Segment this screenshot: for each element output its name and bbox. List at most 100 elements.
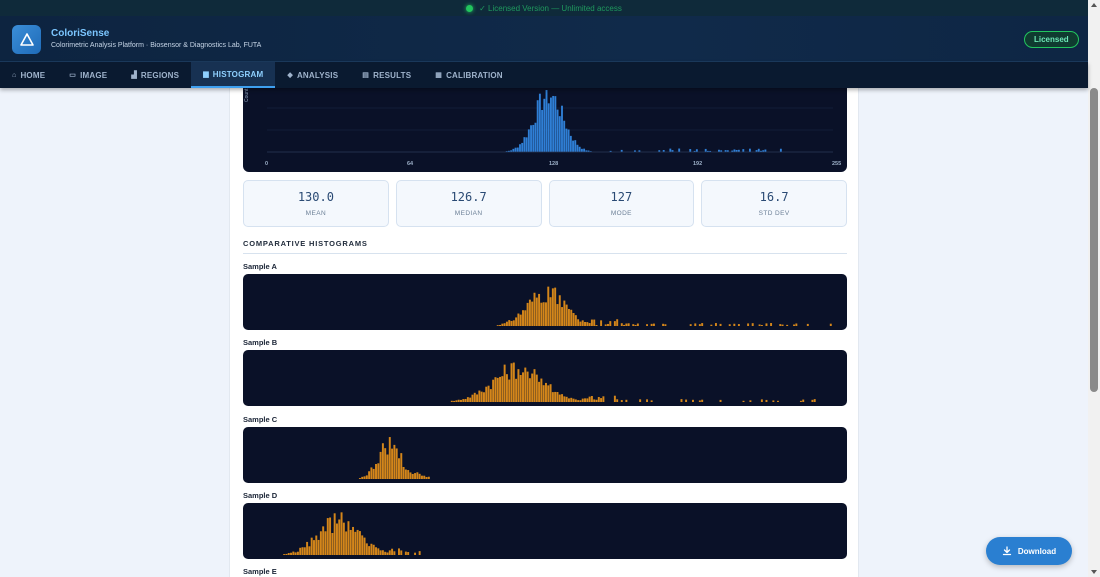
- scroll-down-arrow-icon[interactable]: [1091, 570, 1097, 574]
- sample-histogram-bar: [719, 323, 722, 326]
- sample-histogram-bar: [476, 394, 479, 402]
- sample-histogram-bar: [326, 518, 329, 555]
- sample-histogram-bar: [581, 398, 584, 402]
- sample-histogram-bar: [512, 320, 515, 326]
- sample-histogram-bar: [802, 399, 805, 402]
- sample-histogram-bar: [393, 551, 396, 555]
- sample-histogram-bar: [551, 288, 554, 326]
- tab-histogram[interactable]: ▆ HISTOGRAM: [191, 62, 276, 88]
- sample-histogram-bar: [613, 321, 616, 326]
- sample-histogram-bar: [462, 399, 465, 402]
- sample-histogram-bar: [510, 363, 513, 402]
- sample-histogram-bar: [375, 547, 377, 555]
- tab-regions[interactable]: ▟ REGIONS: [119, 62, 191, 88]
- tab-label: HOME: [20, 70, 46, 80]
- sample-histogram-bar: [545, 302, 547, 326]
- sample-histogram-bar: [414, 473, 417, 479]
- sample-histogram-bar: [549, 384, 552, 402]
- stat-std-dev-label: STD DEV: [758, 210, 790, 217]
- histogram-bar: [583, 148, 586, 152]
- sample-histogram-bar: [319, 531, 322, 555]
- sample-histogram-bar: [620, 400, 623, 402]
- tab-calibration[interactable]: ▦ CALIBRATION: [423, 62, 515, 88]
- sample-histogram-bar: [402, 467, 405, 479]
- sample-histogram-bar: [597, 397, 600, 402]
- sample-histogram-bar: [494, 377, 497, 402]
- histogram-panel: Count 0 64 128 192 255 130.0 MEAN 126.7 …: [229, 88, 859, 577]
- sample-histogram-bar: [386, 552, 389, 555]
- sample-histogram-bar: [602, 396, 605, 402]
- sample-histogram-bar: [370, 543, 373, 555]
- scrollbar[interactable]: [1088, 0, 1100, 577]
- histogram-bar: [779, 148, 782, 152]
- x-tick-192: 192: [693, 161, 703, 167]
- scrollbar-thumb[interactable]: [1090, 88, 1098, 392]
- scroll-up-arrow-icon[interactable]: [1091, 3, 1097, 7]
- histogram-bar: [514, 147, 517, 152]
- sample-histogram-bar: [772, 400, 775, 402]
- sample-histogram-bar: [501, 323, 504, 326]
- sample-histogram-bar: [565, 396, 568, 402]
- tab-analysis[interactable]: ◆ ANALYSIS: [275, 62, 350, 88]
- sample-histogram-bar: [388, 437, 391, 479]
- sample-histogram-bar: [499, 376, 502, 402]
- sample-histogram-bar: [333, 513, 336, 555]
- sample-histogram-bar: [361, 476, 364, 479]
- download-button[interactable]: Download: [986, 537, 1072, 565]
- sample-histogram-bar: [604, 324, 607, 326]
- sample-histogram-bar: [542, 385, 545, 402]
- sample-histogram-bar: [505, 321, 508, 326]
- sample-histogram-bar: [613, 395, 616, 402]
- sample-histogram-bar: [595, 325, 598, 326]
- sample-c-histogram: [243, 427, 847, 483]
- sample-histogram-bar: [586, 398, 589, 402]
- sample-histogram-bar: [404, 551, 407, 555]
- sample-histogram-bar: [372, 544, 375, 555]
- download-icon: [1002, 546, 1012, 556]
- sample-histogram-bar: [781, 324, 784, 326]
- section-divider: [243, 253, 847, 254]
- sample-histogram-bar: [522, 310, 524, 326]
- tab-image[interactable]: ▭ IMAGE: [57, 62, 119, 88]
- tab-home[interactable]: ⌂ HOME: [0, 62, 57, 88]
- sample-histogram-bar: [324, 531, 327, 555]
- sample-histogram-bar: [508, 379, 511, 402]
- sample-d-chart: [283, 512, 421, 555]
- sample-histogram-bar: [349, 529, 352, 555]
- sample-histogram-bar: [455, 400, 458, 402]
- tab-results[interactable]: ▤ RESULTS: [350, 62, 423, 88]
- sample-histogram-bar: [577, 319, 580, 326]
- tab-label: HISTOGRAM: [212, 69, 264, 79]
- main-histogram: Count 0 64 128 192 255: [243, 88, 847, 172]
- sample-histogram-bar: [577, 400, 580, 402]
- histogram-bar: [541, 109, 544, 152]
- sample-histogram-bar: [758, 324, 761, 326]
- histogram-bar: [545, 90, 548, 152]
- sample-histogram-bar: [287, 553, 290, 555]
- sample-histogram-bar: [372, 468, 375, 479]
- sample-histogram-bar: [409, 472, 412, 479]
- license-banner-text: ✓ Licensed Version — Unlimited access: [479, 3, 622, 13]
- sample-histogram-bar: [760, 324, 763, 326]
- sample-histogram-bar: [567, 398, 570, 402]
- sample-histogram-bar: [570, 397, 573, 402]
- histogram-bar: [552, 95, 555, 152]
- sample-histogram-bar: [793, 324, 796, 326]
- sample-histogram-bar: [489, 389, 492, 402]
- sample-histogram-bar: [733, 323, 736, 326]
- sample-histogram-bar: [395, 448, 398, 479]
- sample-histogram-bar: [535, 297, 538, 326]
- sample-e-label: Sample E: [243, 567, 277, 576]
- sample-histogram-bar: [407, 470, 410, 479]
- tab-label: IMAGE: [80, 70, 108, 80]
- sample-histogram-bar: [310, 537, 313, 555]
- stat-std-dev: 16.7 STD DEV: [701, 180, 847, 227]
- sample-histogram-bar: [418, 551, 421, 555]
- sample-histogram-bar: [368, 546, 371, 555]
- sample-histogram-bar: [342, 522, 345, 555]
- sample-histogram-bar: [453, 400, 456, 402]
- analysis-icon: ◆: [287, 72, 293, 79]
- sample-histogram-bar: [786, 324, 789, 326]
- sample-histogram-bar: [572, 312, 575, 326]
- histogram-bar: [576, 144, 579, 152]
